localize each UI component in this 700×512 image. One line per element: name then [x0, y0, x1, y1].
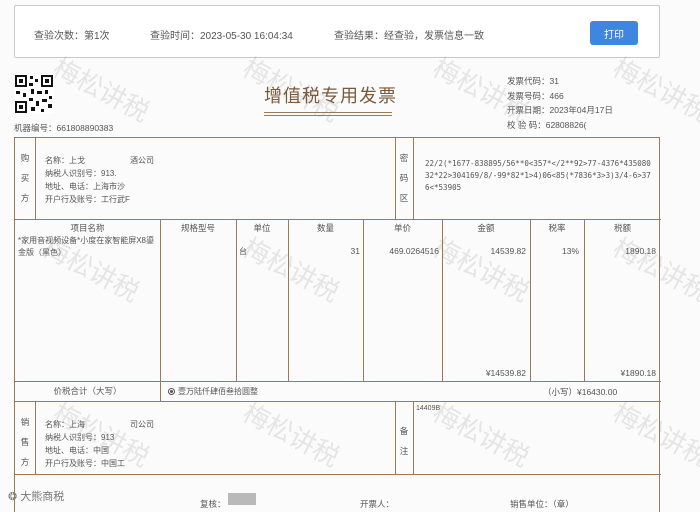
qr-code-icon	[14, 74, 54, 114]
cipher-label: 密码区	[399, 153, 409, 203]
seller-tax-id: 纳税人识别号：913	[45, 433, 115, 442]
total-small: （小写）¥16430.00	[543, 387, 618, 397]
invoice-date: 开票日期：2023年04月17日	[507, 105, 613, 115]
verify-time: 查验时间：2023-05-30 16:04:34	[150, 31, 293, 42]
header-qty: 数量	[316, 223, 334, 233]
header-amount: 金额	[477, 223, 495, 233]
line-price: 469.0264516	[389, 246, 439, 256]
remark-value: 14409B	[416, 405, 441, 412]
buyer-side-label: 购买方	[20, 153, 30, 203]
reviewer-label: 复核：	[200, 499, 226, 509]
invoice: 机器编号：661808890383 增值税专用发票 发票代码：31 发票号码：4…	[14, 62, 661, 512]
header-tax: 税额	[613, 223, 631, 233]
invoice-number: 发票号码：466	[507, 91, 564, 101]
seller-seal-label: 销售单位：（章）	[510, 499, 574, 509]
total-tax: ¥1890.18	[620, 368, 656, 378]
title-underline	[264, 112, 392, 116]
buyer-tax-id: 纳税人识别号：913.	[45, 169, 117, 178]
buyer-name: 名称：上戈	[45, 156, 85, 165]
redacted-name	[228, 493, 256, 505]
line-qty: 31	[350, 246, 360, 256]
total-caps-value: 壹万陆仟肆佰叁拾圆整	[178, 387, 258, 396]
total-amount: ¥14539.82	[485, 368, 526, 378]
verify-result: 查验结果：经查验，发票信息一致	[334, 31, 484, 42]
line-unit: 台	[239, 247, 247, 256]
line-amount: 14539.82	[490, 246, 526, 256]
total-caps-value-wrap: 壹万陆仟肆佰叁拾圆整	[168, 386, 258, 397]
buyer-address: 地址、电话：上海市沙	[45, 182, 125, 191]
seller-side-label: 销售方	[20, 417, 30, 467]
circle-icon	[168, 388, 175, 396]
header-spec: 规格型号	[180, 223, 215, 233]
cipher-text: 22/2(*1677-838895/56**0<357*</2**92>77-4…	[425, 159, 651, 192]
invoice-table: 购买方 名称：上戈 酒公司 纳税人识别号：913. 地址、电话：上海市沙 开户行…	[14, 137, 661, 512]
seller-name-tail: 司公司	[130, 420, 154, 429]
seller-address: 地址、电话：中国	[45, 446, 109, 455]
logo-icon: ❂	[8, 491, 21, 503]
check-code: 校 验 码：62808826(	[507, 120, 587, 130]
line-rate: 13%	[561, 246, 579, 256]
remark-label: 备注	[399, 426, 409, 456]
brand-name: 大熊商税	[20, 491, 65, 503]
invoice-title: 增值税专用发票	[264, 86, 397, 107]
seller-bank: 开户行及账号：中国工	[45, 459, 125, 468]
machine-number: 机器编号：661808890383	[14, 123, 114, 133]
buyer-bank: 开户行及账号：工行武F	[45, 195, 130, 204]
invoice-code: 发票代码：31	[507, 76, 559, 86]
print-button[interactable]: 打印	[590, 21, 638, 45]
line-tax: 1890.18	[625, 246, 656, 256]
issuer-label: 开票人：	[360, 499, 395, 509]
verify-count: 查验次数：第1次	[34, 31, 110, 42]
header-unit: 单位	[253, 223, 271, 233]
verification-panel: 查验次数：第1次 查验时间：2023-05-30 16:04:34 查验结果：经…	[14, 5, 660, 58]
header-price: 单价	[393, 223, 411, 233]
header-item: 项目名称	[70, 223, 105, 233]
total-caps-label: 价税合计（大写）	[53, 386, 122, 396]
brand-logo: ❂ 大熊商税	[8, 488, 64, 504]
header-rate: 税率	[548, 223, 566, 233]
seller-name: 名称：上海	[45, 420, 85, 429]
line-item-name: *家用音视频设备*小度在家智能屏X8鎏金版（黑色）	[18, 236, 155, 257]
buyer-name-tail: 酒公司	[130, 156, 154, 165]
